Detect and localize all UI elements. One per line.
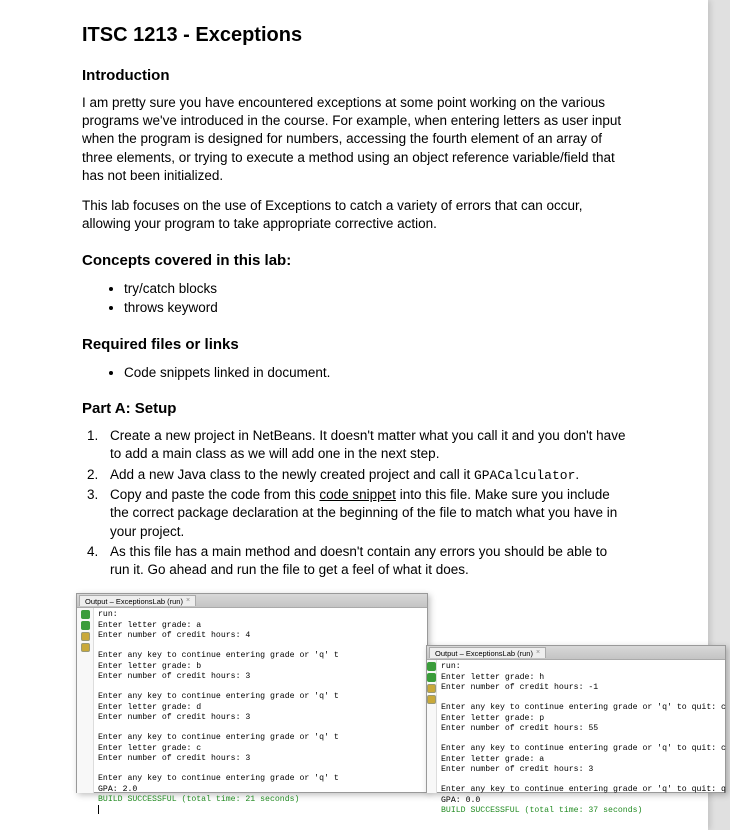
ide-tab[interactable]: Output – ExceptionsLab (run) × <box>429 647 546 658</box>
ide-output-text: run: Enter letter grade: h Enter number … <box>437 660 730 793</box>
ide-output-text: run: Enter letter grade: a Enter number … <box>94 608 427 793</box>
code-snippet-link[interactable]: code snippet <box>319 487 396 502</box>
ide-output-window-2: Output – ExceptionsLab (run) × run: Ente… <box>426 645 726 793</box>
stop-icon[interactable] <box>81 632 90 641</box>
settings-icon[interactable] <box>427 695 436 704</box>
ide-output-window-1: Output – ExceptionsLab (run) × run: Ente… <box>76 593 428 793</box>
intro-heading: Introduction <box>82 67 626 84</box>
ide-gutter <box>427 660 437 793</box>
stop-icon[interactable] <box>427 684 436 693</box>
build-success-text: BUILD SUCCESSFUL (total time: 21 seconds… <box>98 795 299 804</box>
close-icon[interactable]: × <box>186 597 190 606</box>
settings-icon[interactable] <box>81 643 90 652</box>
step-1: Create a new project in NetBeans. It doe… <box>102 427 626 463</box>
concepts-list: try/catch blocks throws keyword <box>82 279 626 318</box>
intro-paragraph-1: I am pretty sure you have encountered ex… <box>82 94 626 185</box>
step-2-text: Add a new Java class to the newly create… <box>110 467 474 482</box>
ide-tabbar: Output – ExceptionsLab (run) × <box>77 594 427 608</box>
ide-tab-label: Output – ExceptionsLab (run) <box>435 649 533 658</box>
text-cursor-icon <box>98 805 99 814</box>
step-2-end: . <box>575 467 579 482</box>
ide-gutter <box>77 608 94 793</box>
ide-tabbar: Output – ExceptionsLab (run) × <box>427 646 725 660</box>
required-heading: Required files or links <box>82 336 626 353</box>
page-title: ITSC 1213 - Exceptions <box>82 24 626 47</box>
ide-body: run: Enter letter grade: a Enter number … <box>77 608 427 793</box>
steps-list: Create a new project in NetBeans. It doe… <box>82 427 626 579</box>
step-3-text: Copy and paste the code from this <box>110 487 319 502</box>
run-icon[interactable] <box>81 610 90 619</box>
step-4: As this file has a main method and doesn… <box>102 543 626 579</box>
run-icon[interactable] <box>427 673 436 682</box>
ide-body: run: Enter letter grade: h Enter number … <box>427 660 725 793</box>
list-item: Code snippets linked in document. <box>124 363 626 383</box>
run-icon[interactable] <box>427 662 436 671</box>
list-item: throws keyword <box>124 298 626 318</box>
concepts-heading: Concepts covered in this lab: <box>82 252 626 269</box>
part-a-heading: Part A: Setup <box>82 400 626 417</box>
step-2: Add a new Java class to the newly create… <box>102 466 626 485</box>
build-success-text: BUILD SUCCESSFUL (total time: 37 seconds… <box>441 806 642 815</box>
close-icon[interactable]: × <box>536 649 540 658</box>
intro-paragraph-2: This lab focuses on the use of Exception… <box>82 197 626 233</box>
document-page: ITSC 1213 - Exceptions Introduction I am… <box>0 0 708 830</box>
ide-tab-label: Output – ExceptionsLab (run) <box>85 597 183 606</box>
ide-text-block: run: Enter letter grade: a Enter number … <box>98 610 339 793</box>
list-item: try/catch blocks <box>124 279 626 299</box>
document-content: ITSC 1213 - Exceptions Introduction I am… <box>18 0 690 803</box>
ide-text-block: run: Enter letter grade: h Enter number … <box>441 662 726 804</box>
run-icon[interactable] <box>81 621 90 630</box>
code-classname: GPACalculator <box>474 468 575 483</box>
ide-tab[interactable]: Output – ExceptionsLab (run) × <box>79 595 196 606</box>
screenshot-area: Output – ExceptionsLab (run) × run: Ente… <box>76 593 626 803</box>
required-list: Code snippets linked in document. <box>82 363 626 383</box>
step-3: Copy and paste the code from this code s… <box>102 486 626 541</box>
